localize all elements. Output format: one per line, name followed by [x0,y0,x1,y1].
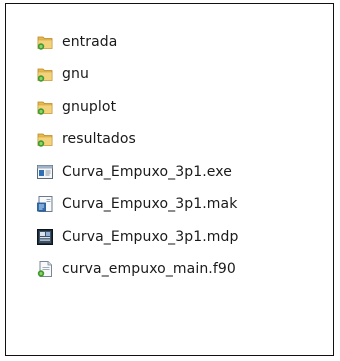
file-name: Curva_Empuxo_3p1.exe [62,163,232,180]
list-item-gnuplot[interactable]: gnuplot [36,96,239,117]
file-name: Curva_Empuxo_3p1.mdp [62,228,239,245]
list-item-exe[interactable]: Curva_Empuxo_3p1.exe [36,161,239,182]
file-name: gnu [62,66,89,82]
f90-file-icon [36,260,54,278]
mdp-file-icon [36,228,54,246]
mak-file-icon [36,195,54,213]
folder-icon [36,130,54,148]
folder-icon [36,98,54,116]
list-item-mak[interactable]: Curva_Empuxo_3p1.mak [36,194,239,215]
list-item-gnu[interactable]: gnu [36,64,239,85]
file-list: entrada gnu gnuplot resultados Curva_Emp… [36,31,239,291]
file-name: resultados [62,131,136,147]
folder-icon [36,65,54,83]
file-name: gnuplot [62,98,117,115]
list-item-mdp[interactable]: Curva_Empuxo_3p1.mdp [36,226,239,247]
list-item-f90[interactable]: curva_empuxo_main.f90 [36,259,239,280]
file-name: Curva_Empuxo_3p1.mak [62,196,238,212]
list-item-entrada[interactable]: entrada [36,31,239,52]
folder-icon [36,33,54,51]
file-list-panel: entrada gnu gnuplot resultados Curva_Emp… [5,3,334,356]
file-name: curva_empuxo_main.f90 [62,261,236,277]
file-name: entrada [62,33,118,50]
list-item-resultados[interactable]: resultados [36,129,239,150]
exe-file-icon [36,163,54,181]
